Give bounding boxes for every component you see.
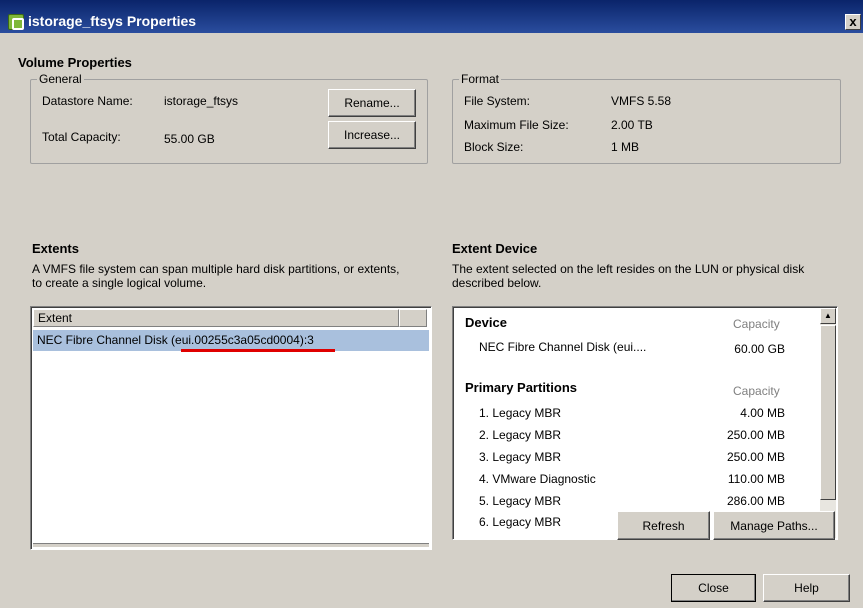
partitions-capacity-header: Capacity	[733, 384, 780, 398]
partitions-header: Primary Partitions	[465, 380, 577, 395]
extents-title: Extents	[32, 241, 79, 256]
scroll-thumb[interactable]	[820, 325, 836, 500]
manage-paths-button[interactable]: Manage Paths...	[713, 511, 835, 540]
partition-row-name: 4. VMware Diagnostic	[479, 472, 596, 486]
file-system-label: File System:	[464, 94, 531, 108]
annotation-underline	[181, 349, 335, 352]
partition-row-capacity: 286.00 MB	[726, 494, 785, 508]
extents-description: A VMFS file system can span multiple har…	[32, 262, 400, 290]
datastore-name-label: Datastore Name:	[42, 94, 133, 108]
extent-device-description: The extent selected on the left resides …	[452, 262, 805, 290]
device-capacity-header: Capacity	[733, 317, 780, 331]
partition-row-name: 1. Legacy MBR	[479, 406, 562, 420]
partition-row-name: 6. Legacy MBR	[479, 515, 562, 529]
rename-button[interactable]: Rename...	[328, 89, 416, 117]
partition-row-capacity: 110.00 MB	[727, 472, 785, 486]
horizontal-scrollbar[interactable]	[33, 543, 429, 547]
block-size-value: 1 MB	[611, 140, 640, 154]
max-file-size-value: 2.00 TB	[611, 118, 653, 132]
extent-device-panel: Device Capacity NEC Fibre Channel Disk (…	[452, 306, 838, 540]
device-vertical-scrollbar[interactable]: ▲	[820, 308, 836, 538]
file-system-value: VMFS 5.58	[611, 94, 672, 108]
extent-device-title: Extent Device	[452, 241, 538, 256]
format-legend: Format	[461, 72, 500, 86]
general-legend: General	[39, 72, 82, 86]
close-window-icon[interactable]: x	[845, 14, 861, 30]
partition-row-capacity: 250.00 MB	[726, 428, 785, 442]
close-button[interactable]: Close	[671, 574, 756, 602]
extent-column-header[interactable]: Extent	[33, 309, 399, 327]
extent-column-header-spacer	[399, 309, 427, 327]
refresh-button[interactable]: Refresh	[617, 511, 710, 540]
total-capacity-label: Total Capacity:	[42, 130, 121, 144]
partition-row-name: 2. Legacy MBR	[479, 428, 562, 442]
datastore-name-value: istorage_ftsys	[164, 94, 239, 108]
partition-row-capacity: 4.00 MB	[740, 406, 785, 420]
scroll-up-icon[interactable]: ▲	[820, 308, 836, 324]
extent-row-selected[interactable]: NEC Fibre Channel Disk (eui.00255c3a05cd…	[33, 330, 429, 351]
partition-row-capacity: 250.00 MB	[726, 450, 785, 464]
device-header: Device	[465, 315, 507, 330]
device-name: NEC Fibre Channel Disk (eui....	[479, 340, 647, 354]
partition-row-name: 3. Legacy MBR	[479, 450, 562, 464]
device-capacity: 60.00 GB	[734, 342, 785, 356]
block-size-label: Block Size:	[464, 140, 524, 154]
general-group: General	[30, 72, 428, 164]
max-file-size-label: Maximum File Size:	[464, 118, 569, 132]
help-button[interactable]: Help	[763, 574, 850, 602]
total-capacity-value: 55.00 GB	[164, 132, 215, 146]
datastore-icon	[8, 14, 24, 30]
extents-list[interactable]: Extent NEC Fibre Channel Disk (eui.00255…	[30, 306, 432, 550]
partition-row-name: 5. Legacy MBR	[479, 494, 562, 508]
increase-button[interactable]: Increase...	[328, 121, 416, 149]
volume-properties-title: Volume Properties	[18, 55, 132, 70]
title-bar: istorage_ftsys Properties x	[0, 0, 863, 33]
window-title: istorage_ftsys Properties	[28, 13, 197, 29]
